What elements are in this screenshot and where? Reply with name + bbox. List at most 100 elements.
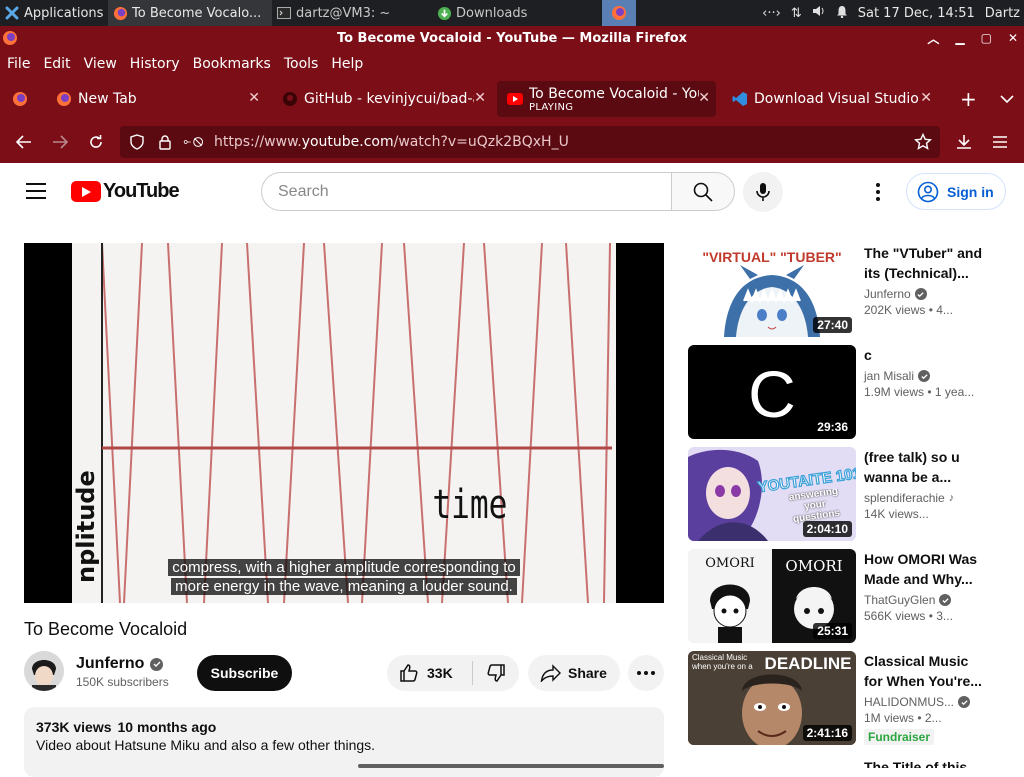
menu-view[interactable]: View	[84, 56, 117, 72]
os-taskbar: Applications To Become Vocalo... dartz@V…	[0, 0, 1024, 26]
youtube-icon	[507, 93, 523, 105]
recommendation-title[interactable]: The "VTuber" and its (Technical)...	[864, 243, 990, 283]
channel-name[interactable]: Junferno	[76, 655, 144, 673]
recommendation-channel[interactable]: Junferno	[864, 287, 911, 301]
list-all-tabs-button[interactable]	[990, 81, 1020, 117]
recommendation-item[interactable]: "VIRTUAL" "TUBER" 27:40 The "VTuber" and…	[688, 243, 988, 337]
recommendation-views: 14K views...	[864, 507, 929, 521]
taskbar-downloads-window[interactable]: Downloads	[432, 0, 598, 26]
recommendation-title[interactable]: c	[864, 345, 990, 365]
recommendation-thumbnail[interactable]: C 29:36	[688, 345, 856, 439]
forward-button[interactable]	[42, 126, 78, 158]
recommendation-item[interactable]: DEADLINE Classical Music when you're on …	[688, 651, 988, 745]
lock-icon[interactable]	[154, 134, 176, 150]
camera-permission-blocked-icon[interactable]	[182, 134, 204, 150]
taskbar-firefox-launcher[interactable]	[602, 0, 636, 26]
close-icon[interactable]: ✕	[920, 90, 932, 106]
notification-bell-icon[interactable]	[836, 5, 848, 22]
share-label: Share	[568, 665, 607, 681]
like-button[interactable]: 33K	[387, 661, 473, 685]
recommendation-title[interactable]: Classical Music for When You're...	[864, 651, 990, 691]
menu-bookmarks[interactable]: Bookmarks	[193, 56, 271, 72]
horizontal-scrollbar[interactable]	[358, 764, 664, 768]
menu-tools[interactable]: Tools	[284, 56, 319, 72]
volume-icon[interactable]	[812, 5, 826, 21]
close-icon[interactable]: ✕	[248, 90, 260, 106]
recommendation-item[interactable]: The Title of this	[688, 753, 988, 768]
fundraiser-badge: Fundraiser	[864, 729, 935, 745]
dislike-button[interactable]	[473, 663, 519, 683]
clock[interactable]: Sat 17 Dec, 14:51	[858, 6, 975, 21]
firefox-view-button[interactable]	[2, 81, 40, 117]
recommendation-item[interactable]: YOUTAITE 101 answering your questions 2:…	[688, 447, 988, 541]
recommendation-thumbnail[interactable]: OMORI OMORI 25:31	[688, 549, 856, 643]
recommendation-thumbnail[interactable]: "VIRTUAL" "TUBER" 27:40	[688, 243, 856, 337]
user-menu[interactable]: Dartz	[985, 6, 1020, 21]
maximize-icon[interactable]: ▢	[981, 31, 992, 45]
search-button[interactable]	[671, 172, 735, 211]
recommendation-thumbnail[interactable]: YOUTAITE 101 answering your questions 2:…	[688, 447, 856, 541]
app-menu-button[interactable]	[982, 126, 1018, 158]
recommendation-item[interactable]: C 29:36 c jan Misali 1.9M views • 1 yea.…	[688, 345, 988, 439]
upload-age: 10 months ago	[117, 719, 217, 735]
recommendation-item[interactable]: OMORI OMORI 25:31 How OMORI Was Made and…	[688, 549, 988, 643]
sign-in-button[interactable]: Sign in	[906, 173, 1006, 210]
recommendation-info: (free talk) so u wanna be a... splendife…	[864, 447, 990, 521]
new-tab-button[interactable]: +	[950, 81, 980, 117]
url-text[interactable]: https://www.youtube.com/watch?v=uQzk2BQx…	[214, 134, 569, 150]
voice-search-button[interactable]	[743, 172, 783, 212]
recommendation-title[interactable]: The Title of this	[864, 757, 988, 768]
downloads-button[interactable]	[946, 126, 982, 158]
guide-menu-icon[interactable]	[26, 183, 46, 199]
taskbar-firefox-window[interactable]: To Become Vocalo...	[108, 0, 272, 26]
more-actions-button[interactable]	[628, 655, 664, 691]
tab-new-tab[interactable]: New Tab ✕	[46, 81, 266, 117]
recommendation-channel[interactable]: ThatGuyGlen	[864, 593, 935, 607]
menu-edit[interactable]: Edit	[43, 56, 70, 72]
recommendation-channel[interactable]: splendiferachie	[864, 491, 945, 505]
reload-button[interactable]	[78, 126, 114, 158]
music-note-icon: ♪	[948, 492, 955, 504]
recommendation-thumbnail[interactable]: DEADLINE Classical Music when you're on …	[688, 651, 856, 745]
chevron-up-icon[interactable]: ︿	[927, 30, 939, 47]
back-button[interactable]	[6, 126, 42, 158]
applications-menu[interactable]: Applications	[0, 0, 108, 26]
recommendation-views: 1M views • 2...	[864, 711, 942, 725]
youtube-logo[interactable]: YouTube	[71, 180, 180, 203]
transfer-arrows-icon[interactable]: ⇅	[791, 6, 802, 21]
svg-text:OMORI: OMORI	[785, 557, 842, 575]
subscribe-button[interactable]: Subscribe	[197, 655, 292, 691]
menu-help[interactable]: Help	[331, 56, 363, 72]
recommendation-channel[interactable]: jan Misali	[864, 369, 914, 383]
youtube-wordmark: YouTube	[103, 180, 180, 202]
share-button[interactable]: Share	[528, 655, 620, 691]
recommendation-channel[interactable]: HALIDONMUS...	[864, 695, 954, 709]
search-input[interactable]	[278, 182, 672, 201]
menu-file[interactable]: File	[7, 56, 30, 72]
tab-vscode[interactable]: Download Visual Studio C ✕	[722, 81, 938, 117]
system-tray: ‹··› ⇅ Sat 17 Dec, 14:51 Dartz	[762, 0, 1024, 26]
tab-youtube[interactable]: To Become Vocaloid - You PLAYING ✕	[497, 81, 716, 117]
recommendation-views: 202K views • 4...	[864, 303, 953, 317]
close-icon[interactable]: ✕	[698, 90, 710, 106]
bookmark-star-icon[interactable]	[913, 132, 933, 155]
settings-kebab-icon[interactable]	[868, 180, 888, 204]
menu-history[interactable]: History	[130, 56, 180, 72]
xfce-icon	[4, 5, 20, 21]
close-icon[interactable]: ✕	[474, 90, 486, 106]
shield-icon[interactable]	[126, 134, 148, 150]
video-duration: 29:36	[813, 419, 852, 435]
taskbar-terminal-window[interactable]: dartz@VM3: ~	[272, 0, 432, 26]
network-icon[interactable]: ‹··›	[762, 6, 781, 21]
channel-avatar[interactable]	[24, 651, 64, 691]
applications-label: Applications	[24, 5, 104, 21]
video-player[interactable]: time nplitude compress, with a higher am…	[24, 243, 664, 603]
tab-github[interactable]: GitHub - kevinjycui/bad-a ✕	[272, 81, 492, 117]
close-icon[interactable]: ✕	[1008, 31, 1018, 45]
share-arrow-icon	[540, 664, 561, 682]
recommendation-title[interactable]: How OMORI Was Made and Why...	[864, 549, 990, 589]
taskbar-terminal-label: dartz@VM3: ~	[296, 5, 391, 21]
address-bar[interactable]: https://www.youtube.com/watch?v=uQzk2BQx…	[120, 126, 940, 158]
recommendation-title[interactable]: (free talk) so u wanna be a...	[864, 447, 990, 487]
minimize-icon[interactable]: ▁	[955, 31, 964, 45]
